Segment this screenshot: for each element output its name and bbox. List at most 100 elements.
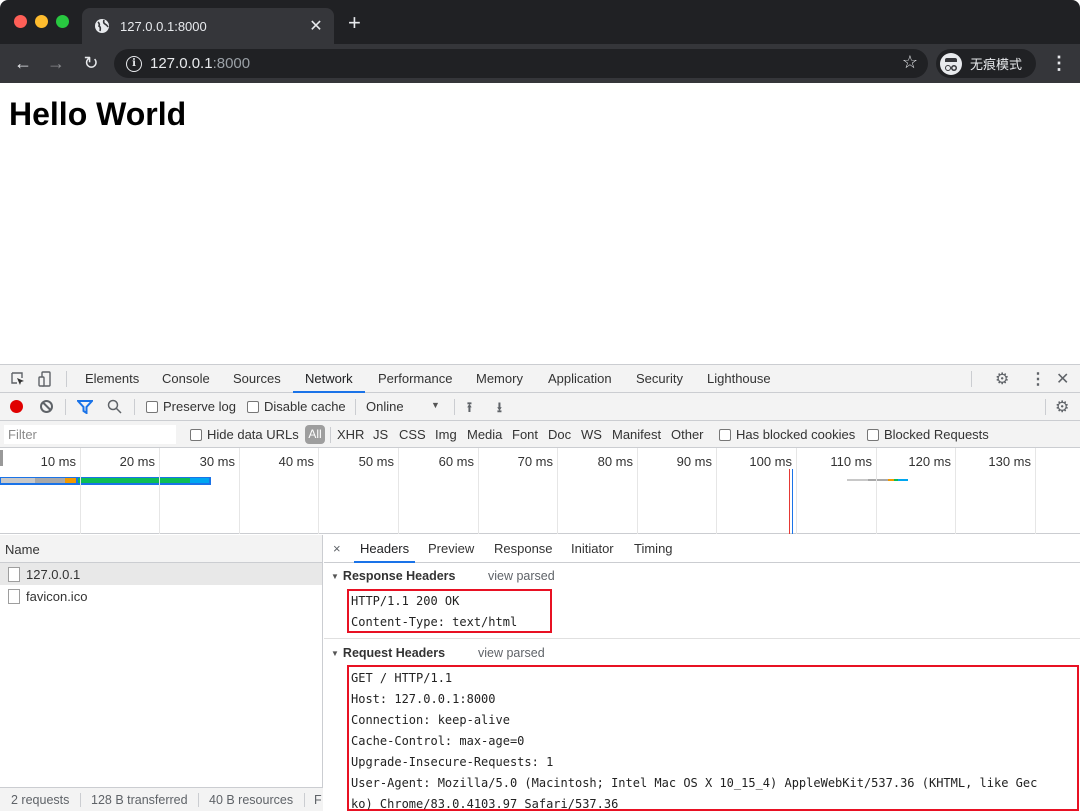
close-detail-icon[interactable]: × (333, 535, 341, 563)
browser-titlebar: 127.0.0.1:8000 ✕ + (0, 0, 1080, 44)
checkbox-icon[interactable] (867, 429, 879, 441)
request2-bar-download (898, 479, 908, 481)
import-har-icon[interactable]: ⭱ (467, 397, 472, 421)
name-column-header[interactable]: Name (0, 535, 322, 563)
tab-lighthouse[interactable]: Lighthouse (707, 365, 771, 393)
export-har-icon[interactable]: ⭳ (497, 397, 502, 421)
filter-img[interactable]: Img (435, 427, 457, 442)
filter-css[interactable]: CSS (399, 427, 426, 442)
browser-tab[interactable]: 127.0.0.1:8000 ✕ (82, 8, 334, 44)
bookmark-star-icon[interactable]: ☆ (902, 52, 918, 73)
divider (65, 399, 66, 415)
timeline-gridline (796, 448, 797, 534)
tab-network[interactable]: Network (293, 365, 365, 393)
checkbox-icon[interactable] (146, 401, 158, 413)
tab-security[interactable]: Security (636, 365, 683, 393)
device-toolbar-icon[interactable] (37, 371, 53, 387)
address-bar[interactable]: i 127.0.0.1:8000 ☆ (114, 49, 928, 78)
minimize-window-button[interactable] (35, 15, 48, 28)
search-icon[interactable] (107, 399, 122, 414)
request-bar-waiting (78, 478, 190, 483)
clear-icon[interactable] (40, 400, 53, 413)
tab-preview[interactable]: Preview (428, 535, 474, 563)
browser-menu-icon[interactable]: ⋮ (1050, 52, 1068, 74)
request-headers-toggle[interactable]: ▼ Request Headers (331, 646, 445, 660)
request-row[interactable]: 127.0.0.1 (0, 563, 322, 585)
new-tab-button[interactable]: + (348, 12, 361, 34)
tab-response[interactable]: Response (494, 535, 553, 563)
tab-initiator[interactable]: Initiator (571, 535, 614, 563)
checkbox-icon[interactable] (719, 429, 731, 441)
settings-gear-icon[interactable]: ⚙ (995, 369, 1009, 389)
response-header-line: Content-Type: text/html (351, 615, 518, 629)
filter-all-button[interactable]: All (305, 425, 325, 444)
response-headers-title: Response Headers (342, 569, 456, 583)
incognito-badge[interactable]: 无痕模式 (936, 49, 1036, 78)
tab-application[interactable]: Application (548, 365, 612, 393)
tab-headers[interactable]: Headers (354, 535, 416, 563)
filter-doc[interactable]: Doc (548, 427, 571, 442)
tab-close-icon[interactable]: ✕ (308, 16, 324, 36)
tab-memory[interactable]: Memory (476, 365, 523, 393)
timeline-tick-label: 100 ms (749, 454, 792, 469)
filter-font[interactable]: Font (512, 427, 538, 442)
divider (66, 371, 67, 387)
request-bar-connect (65, 478, 76, 483)
maximize-window-button[interactable] (56, 15, 69, 28)
timeline-tick-label: 30 ms (199, 454, 235, 469)
request-name: 127.0.0.1 (26, 566, 81, 582)
network-overview-timeline[interactable]: 10 ms 20 ms 30 ms 40 ms 50 ms 60 ms 70 ms 80 ms… (0, 448, 1080, 534)
forward-arrow-icon[interactable]: → (45, 52, 67, 74)
has-blocked-cookies-label: Has blocked cookies (736, 427, 856, 442)
tab-console[interactable]: Console (162, 365, 210, 393)
close-devtools-icon[interactable]: ✕ (1056, 369, 1069, 389)
response-headers-toggle[interactable]: ▼ Response Headers (331, 569, 455, 583)
request-row[interactable]: favicon.ico (0, 585, 322, 607)
filter-xhr[interactable]: XHR (337, 427, 364, 442)
resources-size: 40 B resources (209, 793, 294, 807)
has-blocked-cookies-checkbox[interactable]: Has blocked cookies (719, 427, 855, 442)
response-view-parsed-link[interactable]: view parsed (488, 569, 555, 583)
filter-funnel-icon[interactable] (77, 400, 93, 414)
divider (330, 427, 331, 443)
devtools-menu-icon[interactable]: ⋮ (1030, 369, 1046, 389)
request-view-parsed-link[interactable]: view parsed (478, 646, 545, 660)
throttling-select[interactable]: Online ▼ (366, 399, 440, 414)
info-icon[interactable]: i (126, 55, 142, 72)
filter-other[interactable]: Other (671, 427, 704, 442)
close-window-button[interactable] (14, 15, 27, 28)
network-settings-gear-icon[interactable]: ⚙ (1055, 397, 1069, 417)
tab-elements[interactable]: Elements (85, 365, 139, 393)
filter-media[interactable]: Media (467, 427, 502, 442)
tab-sources[interactable]: Sources (233, 365, 281, 393)
timeline-tick-label: 10 ms (40, 454, 76, 469)
filter-ws[interactable]: WS (581, 427, 602, 442)
browser-toolbar: ← → ↻ i 127.0.0.1:8000 ☆ 无痕模式 ⋮ (0, 44, 1080, 83)
request-detail-pane: × Headers Preview Response Initiator Tim… (324, 535, 1080, 811)
request-header-line: User-Agent: Mozilla/5.0 (Macintosh; Inte… (351, 776, 1038, 790)
page-heading: Hello World (9, 96, 187, 132)
reload-icon[interactable]: ↻ (80, 52, 102, 74)
preserve-log-checkbox[interactable]: Preserve log (146, 399, 236, 414)
request-header-line: Upgrade-Insecure-Requests: 1 (351, 755, 554, 769)
tab-title: 127.0.0.1:8000 (120, 18, 207, 34)
inspect-element-icon[interactable] (10, 371, 26, 387)
timeline-tick-label: 80 ms (597, 454, 633, 469)
url-port: :8000 (212, 55, 251, 72)
request-header-line: ko) Chrome/83.0.4103.97 Safari/537.36 (351, 797, 619, 811)
tab-performance[interactable]: Performance (378, 365, 452, 393)
disable-cache-label: Disable cache (264, 399, 346, 414)
tab-timing[interactable]: Timing (634, 535, 673, 563)
checkbox-icon[interactable] (190, 429, 202, 441)
blocked-requests-checkbox[interactable]: Blocked Requests (867, 427, 989, 442)
record-icon[interactable] (10, 400, 23, 413)
checkbox-icon[interactable] (247, 401, 259, 413)
disable-cache-checkbox[interactable]: Disable cache (247, 399, 346, 414)
filter-js[interactable]: JS (373, 427, 388, 442)
back-arrow-icon[interactable]: ← (12, 52, 34, 74)
timeline-tick-label: 110 ms (830, 454, 872, 469)
response-header-line: HTTP/1.1 200 OK (351, 594, 460, 608)
filter-manifest[interactable]: Manifest (612, 427, 661, 442)
filter-input[interactable] (4, 425, 176, 444)
hide-data-urls-checkbox[interactable]: Hide data URLs (190, 427, 299, 442)
